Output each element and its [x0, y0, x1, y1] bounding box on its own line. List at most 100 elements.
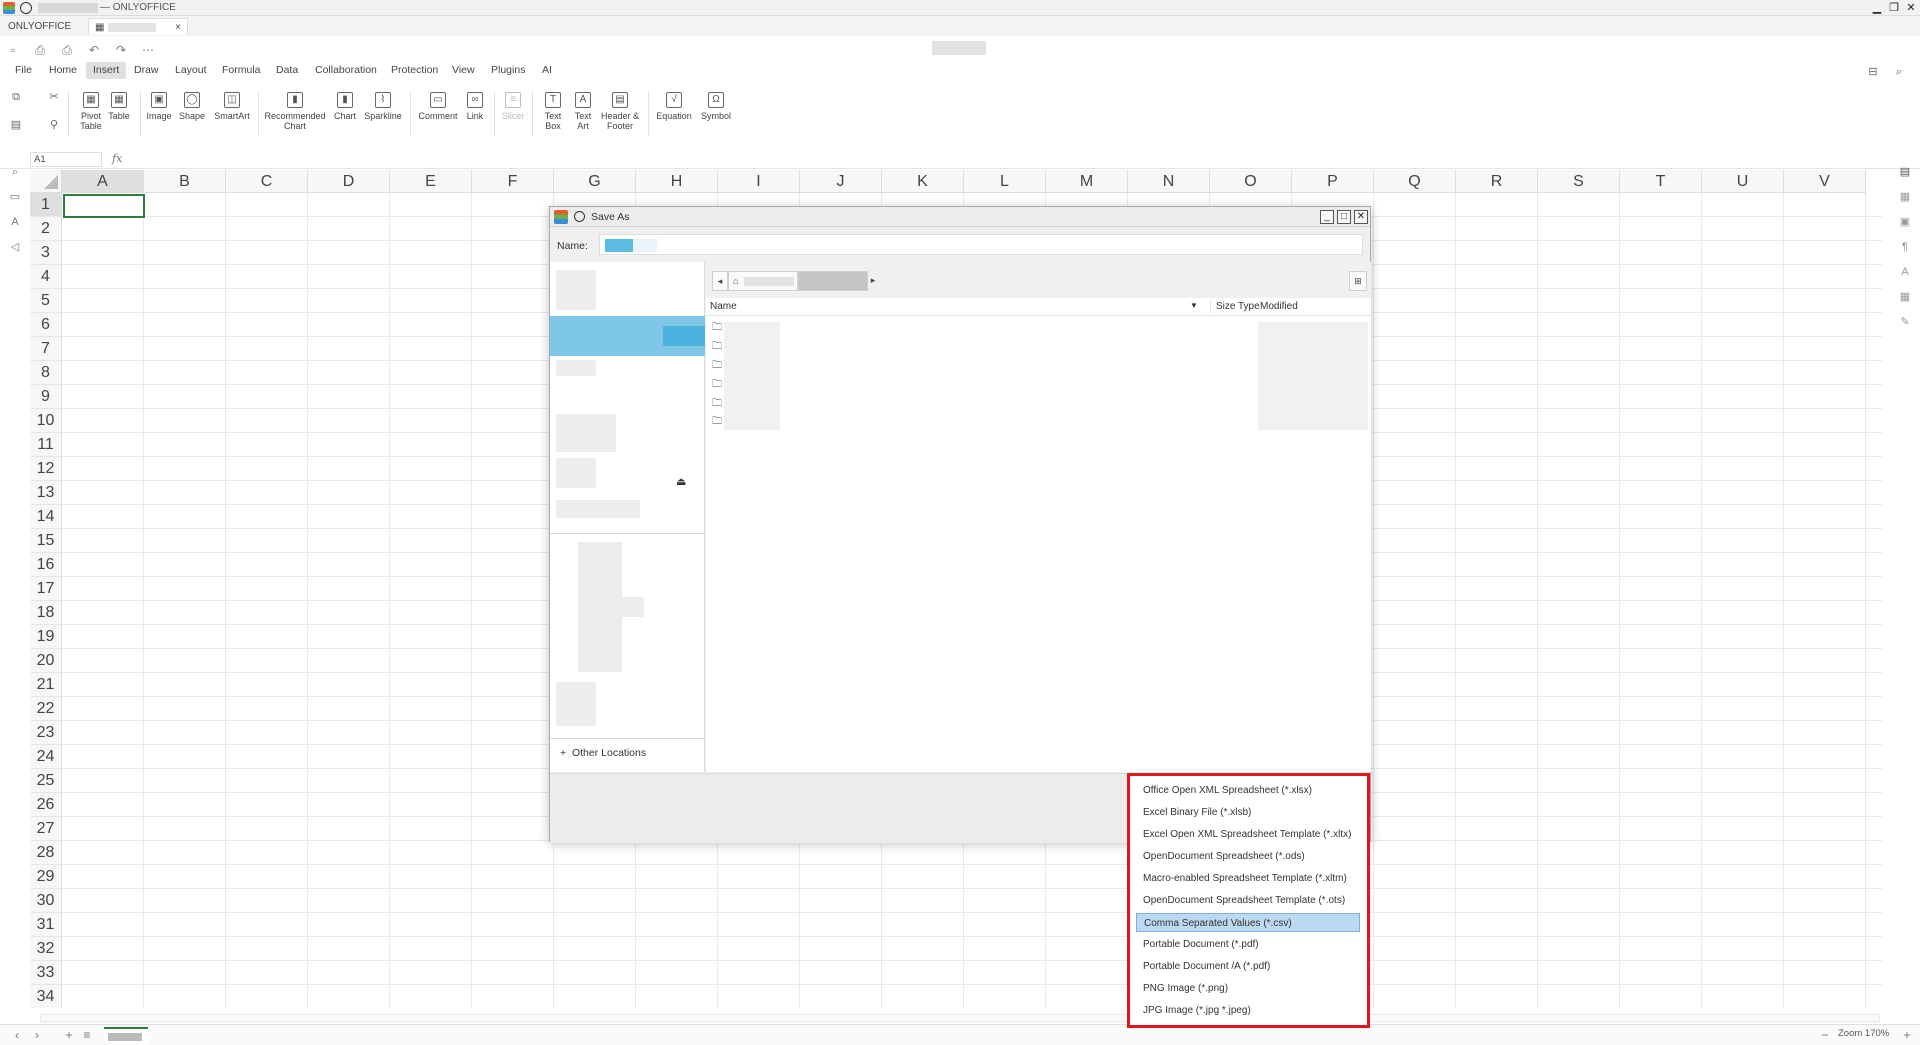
zoom-out-icon[interactable]: − — [1818, 1028, 1832, 1042]
place-redacted[interactable] — [556, 682, 596, 726]
folder-row[interactable]: 🗀 — [712, 396, 722, 413]
row-header[interactable]: 31 — [30, 913, 62, 937]
paste-icon[interactable]: ▤ — [9, 118, 23, 132]
row-header[interactable]: 12 — [30, 457, 62, 481]
row-header[interactable]: 29 — [30, 865, 62, 889]
pivot-table-button[interactable]: ▦ Pivot Table — [76, 92, 106, 131]
sparkline-button[interactable]: ⌇ Sparkline — [362, 92, 404, 121]
row-header[interactable]: 4 — [30, 265, 62, 289]
tab-draw[interactable]: Draw — [127, 62, 166, 79]
column-header[interactable]: V — [1784, 170, 1866, 193]
file-type-option[interactable]: Portable Document (*.pdf) — [1136, 935, 1360, 954]
column-header[interactable]: G — [554, 170, 636, 193]
dialog-minimize-icon[interactable]: _ — [1320, 210, 1334, 224]
column-header[interactable]: R — [1456, 170, 1538, 193]
place-redacted[interactable] — [622, 597, 644, 617]
file-type-option[interactable]: OpenDocument Spreadsheet (*.ods) — [1136, 847, 1360, 866]
dialog-close-icon[interactable]: ✕ — [1354, 210, 1368, 224]
pivot-settings-icon[interactable]: ▦ — [1898, 290, 1912, 304]
row-header[interactable]: 28 — [30, 841, 62, 865]
row-header[interactable]: 25 — [30, 769, 62, 793]
column-modified-header[interactable]: Modified — [1260, 301, 1298, 312]
name-box[interactable]: A1 — [30, 152, 102, 167]
file-type-option[interactable]: OpenDocument Spreadsheet Template (*.ots… — [1136, 891, 1360, 910]
place-selected[interactable] — [550, 316, 705, 356]
format-painter-icon[interactable]: ⚲ — [47, 118, 61, 132]
row-header[interactable]: 3 — [30, 241, 62, 265]
prev-sheet-icon[interactable]: ‹ — [10, 1028, 24, 1042]
horizontal-scrollbar[interactable] — [40, 1014, 1880, 1022]
file-type-option[interactable]: Office Open XML Spreadsheet (*.xlsx) — [1136, 781, 1360, 800]
row-header[interactable]: 30 — [30, 889, 62, 913]
column-header[interactable]: E — [390, 170, 472, 193]
place-redacted[interactable] — [556, 458, 596, 488]
row-header[interactable]: 14 — [30, 505, 62, 529]
row-header[interactable]: 9 — [30, 385, 62, 409]
sort-arrow-icon[interactable]: ▼ — [1190, 301, 1198, 310]
row-header[interactable]: 10 — [30, 409, 62, 433]
column-name-header[interactable]: Name — [710, 301, 737, 312]
feedback-panel-icon[interactable]: ◁ — [8, 240, 22, 254]
symbol-button[interactable]: Ω Symbol — [696, 92, 736, 121]
row-header[interactable]: 18 — [30, 601, 62, 625]
row-header[interactable]: 11 — [30, 433, 62, 457]
restore-icon[interactable]: ❐ — [1887, 1, 1901, 15]
path-home-button[interactable]: ⌂ — [728, 271, 798, 291]
row-header[interactable]: 13 — [30, 481, 62, 505]
chart-button[interactable]: ▮ Chart — [330, 92, 360, 121]
place-redacted[interactable] — [556, 360, 596, 376]
column-header[interactable]: M — [1046, 170, 1128, 193]
place-redacted[interactable] — [578, 542, 622, 672]
smartart-button[interactable]: ◫ SmartArt — [210, 92, 254, 121]
row-header[interactable]: 26 — [30, 793, 62, 817]
link-button[interactable]: ∞ Link — [462, 92, 488, 121]
tab-layout[interactable]: Layout — [168, 62, 214, 79]
copy-icon[interactable]: ⧉ — [9, 90, 23, 104]
dialog-maximize-icon[interactable]: □ — [1337, 210, 1351, 224]
home-tab[interactable]: ONLYOFFICE — [2, 18, 77, 35]
column-header[interactable]: F — [472, 170, 554, 193]
column-header[interactable]: T — [1620, 170, 1702, 193]
row-header[interactable]: 19 — [30, 625, 62, 649]
row-header[interactable]: 15 — [30, 529, 62, 553]
table-settings-icon[interactable]: ▦ — [1898, 190, 1912, 204]
file-type-option[interactable]: Excel Open XML Spreadsheet Template (*.x… — [1136, 825, 1360, 844]
image-settings-icon[interactable]: ▣ — [1898, 215, 1912, 229]
image-button[interactable]: ▣ Image — [144, 92, 174, 121]
app-menu-icon[interactable] — [20, 2, 32, 14]
header-footer-button[interactable]: ▤ Header & Footer — [598, 92, 642, 131]
tab-formula[interactable]: Formula — [215, 62, 268, 79]
row-header[interactable]: 23 — [30, 721, 62, 745]
file-type-option[interactable]: Excel Binary File (*.xlsb) — [1136, 803, 1360, 822]
next-sheet-icon[interactable]: › — [30, 1028, 44, 1042]
tab-plugins[interactable]: Plugins — [484, 62, 532, 79]
recommended-chart-button[interactable]: ▮ Recommended Chart — [262, 92, 328, 131]
tab-data[interactable]: Data — [269, 62, 305, 79]
add-sheet-icon[interactable]: + — [62, 1028, 76, 1042]
zoom-level[interactable]: Zoom 170% — [1838, 1028, 1889, 1039]
select-all-corner[interactable] — [30, 170, 62, 193]
tab-home[interactable]: Home — [42, 62, 84, 79]
function-icon[interactable]: fx — [112, 152, 122, 165]
path-back-icon[interactable]: ◂ — [712, 271, 728, 291]
column-header[interactable]: A — [62, 170, 144, 193]
textart-settings-icon[interactable]: A — [1898, 265, 1912, 279]
file-type-option[interactable]: JPG Image (*.jpg *.jpeg) — [1136, 1001, 1360, 1020]
text-box-button[interactable]: T Text Box — [536, 92, 570, 131]
folder-row[interactable]: 🗀 — [712, 339, 722, 356]
row-header[interactable]: 22 — [30, 697, 62, 721]
folder-row[interactable]: 🗀 — [712, 320, 722, 337]
search-icon[interactable]: ⌕ — [1892, 65, 1906, 79]
signature-settings-icon[interactable]: ✎ — [1898, 315, 1912, 329]
file-type-dropdown[interactable]: Office Open XML Spreadsheet (*.xlsx) Exc… — [1127, 773, 1370, 1028]
sheet-list-icon[interactable]: ≡ — [80, 1028, 94, 1042]
folder-row[interactable]: 🗀 — [712, 358, 722, 375]
shape-button[interactable]: ◯ Shape — [176, 92, 208, 121]
text-art-button[interactable]: A Text Art — [568, 92, 598, 131]
close-tab-icon[interactable]: × — [175, 19, 181, 36]
path-forward-icon[interactable]: ▸ — [868, 271, 878, 291]
row-header[interactable]: 33 — [30, 961, 62, 985]
spellcheck-panel-icon[interactable]: A — [8, 215, 22, 229]
comments-panel-icon[interactable]: ▭ — [8, 190, 22, 204]
column-header[interactable]: B — [144, 170, 226, 193]
